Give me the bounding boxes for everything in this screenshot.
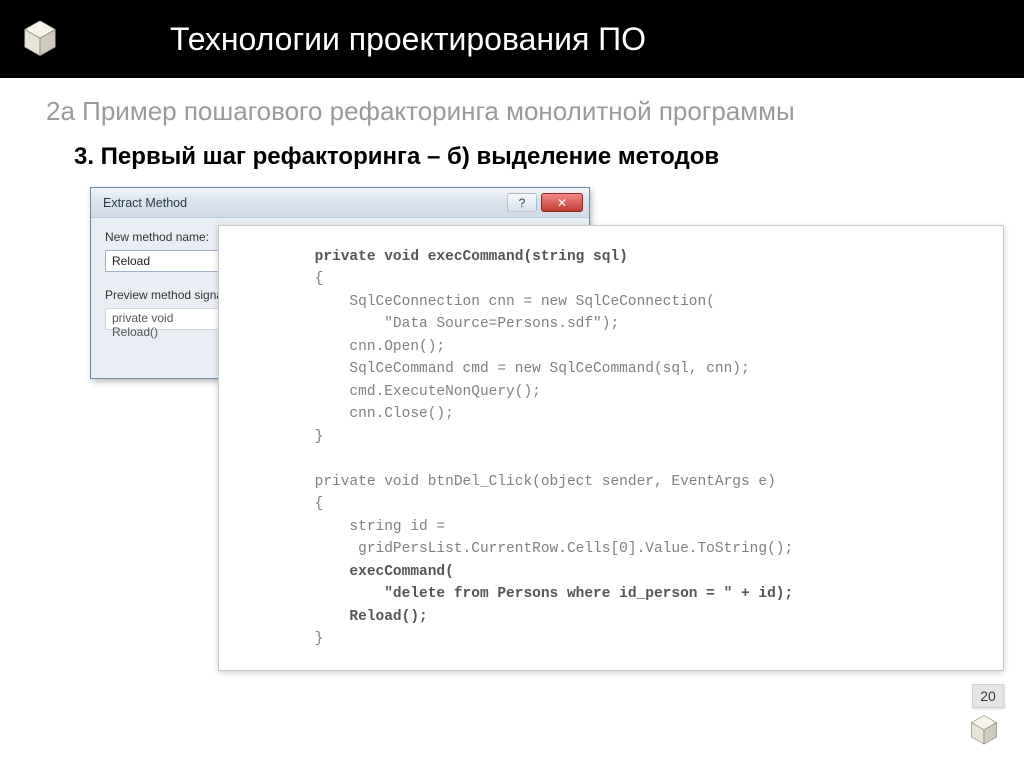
label-text: Preview method signat [105,288,226,302]
code-line: { [245,271,323,287]
slide-header: Технологии проектирования ПО [0,0,1024,78]
code-line: SqlCeCommand cmd = new SqlCeCommand(sql,… [245,361,750,377]
code-line: cnn.Open(); [245,339,445,355]
code-line: private void btnDel_Click(object sender,… [245,474,776,490]
page-number: 20 [972,684,1004,708]
code-line: { [245,496,323,512]
code-line: execCommand( [245,564,454,580]
code-line: cmd.ExecuteNonQuery(); [245,384,541,400]
code-line: string id = [245,519,445,535]
code-line: "Data Source=Persons.sdf"); [245,316,619,332]
code-line: Reload(); [245,609,428,625]
slide-subtitle: 2а Пример пошагового рефакторинга моноли… [0,78,1024,133]
help-button[interactable]: ? [507,193,537,212]
dialog-title: Extract Method [103,196,187,210]
code-line: "delete from Persons where id_person = "… [245,586,793,602]
dialog-window-controls: ? ✕ [507,193,583,212]
code-line: private void execCommand(string sql) [245,249,628,265]
code-line: gridPersList.CurrentRow.Cells[0].Value.T… [245,541,793,557]
header-title: Технологии проектирования ПО [170,21,646,58]
code-line: SqlCeConnection cnn = new SqlCeConnectio… [245,294,715,310]
code-line: } [245,429,323,445]
cube-icon [966,710,1002,746]
close-button[interactable]: ✕ [541,193,583,212]
content-area: Extract Method ? ✕ New method name: Prev… [90,187,994,657]
dialog-titlebar[interactable]: Extract Method ? ✕ [91,188,589,218]
new-method-name-input[interactable] [105,250,225,272]
preview-signature-field: private void Reload() [105,308,225,330]
code-block: private void execCommand(string sql) { S… [245,246,989,650]
slide: Технологии проектирования ПО 2а Пример п… [0,0,1024,768]
label-text: New method name: [105,230,209,244]
code-line: } [245,631,323,647]
code-line: cnn.Close(); [245,406,454,422]
code-panel: private void execCommand(string sql) { S… [218,225,1004,671]
section-title: 3. Первый шаг рефакторинга – б) выделени… [0,133,1024,181]
cube-icon [18,14,62,58]
